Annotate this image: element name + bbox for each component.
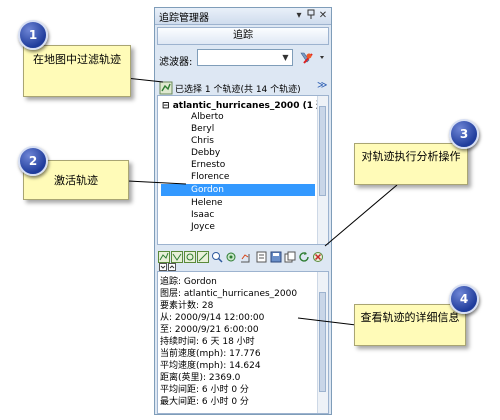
list-item[interactable]: Isaac [161,209,315,221]
pin-icon[interactable] [305,9,317,22]
scrollbar-thumb[interactable] [319,106,326,196]
delete-track-icon[interactable] [312,248,324,262]
details-scrollbar[interactable] [317,272,328,413]
list-item[interactable]: Debby [161,147,315,159]
close-icon[interactable]: ✕ [317,9,329,22]
export-track-icon[interactable] [256,248,268,263]
flash-track-icon[interactable] [239,248,251,263]
chevron-down-icon[interactable]: ▼ [279,50,292,65]
collapse-icon[interactable]: ⊟ [162,101,170,111]
callout-3-text: 对轨迹执行分析操作 [361,150,461,163]
list-item-selected[interactable]: Gordon [161,184,315,196]
window-title: 追踪管理器 [159,13,209,24]
list-item[interactable]: Ernesto [161,159,315,171]
save-track-icon[interactable] [270,248,282,263]
callout-2-text: 激活轨迹 [54,174,98,187]
callout-3-number: 3 [449,119,479,149]
layer-name: atlantic_hurricanes_2000 (1 选 [172,101,326,111]
dropdown-icon[interactable]: ▾ [293,9,305,22]
callout-2-number: 2 [18,146,48,176]
list-item[interactable]: Helene [161,197,315,209]
refresh-track-icon[interactable] [298,248,310,262]
tab-tracking[interactable]: 追踪 [157,27,329,45]
pan-to-track-icon[interactable] [225,248,237,262]
callout-filter: 在地图中过滤轨迹 [23,45,131,97]
track-details-pane: 追踪: Gordon 图层: atlantic_hurricanes_2000 … [157,271,329,414]
track-tool-4-icon[interactable] [197,248,209,263]
track-list-scrollbar[interactable] [317,96,328,244]
track-list: ⊟ atlantic_hurricanes_2000 (1 选 Alberto … [157,95,329,245]
list-item[interactable]: Florence [161,171,315,183]
callout-analyze: 对轨迹执行分析操作 [354,143,468,185]
filter-tool-button[interactable] [298,50,328,66]
details-expand-control[interactable] [159,263,177,271]
zoom-to-track-icon[interactable] [211,248,223,263]
copy-track-icon[interactable] [284,248,296,263]
select-tracks-icon[interactable] [159,81,173,95]
callout-1-text: 在地图中过滤轨迹 [33,53,121,66]
list-item[interactable]: Beryl [161,123,315,135]
scrollbar-thumb[interactable] [319,292,326,392]
filter-dropdown[interactable]: ▼ [197,49,293,66]
detail-max-interval: 最大间距: 6 小时 0 分 [160,397,249,407]
selection-status: 已选择 1 个轨迹(共 14 个轨迹) ≫ [157,80,331,96]
track-tool-2-icon[interactable] [171,248,183,263]
chevron-double-down-icon[interactable]: ≫ [317,80,327,91]
title-bar: 追踪管理器 ▾ ✕ [155,8,331,25]
track-tool-3-icon[interactable] [184,248,196,263]
filter-label: 滤波器: [159,57,193,68]
list-item[interactable]: Chris [161,135,315,147]
tracking-manager-window: 追踪管理器 ▾ ✕ 追踪 滤波器: ▼ 已选择 1 个轨迹(共 14 个轨迹) … [154,7,332,415]
callout-details: 查看轨迹的详细信息 [354,304,466,346]
callout-1-number: 1 [18,20,48,50]
callout-4-number: 4 [449,284,479,314]
analysis-toolbar [158,248,330,263]
list-item[interactable]: Joyce [161,221,315,233]
list-item[interactable]: Alberto [161,111,315,123]
track-tool-1-icon[interactable] [158,248,170,263]
status-text: 已选择 1 个轨迹(共 14 个轨迹) [175,85,301,95]
callout-4-text: 查看轨迹的详细信息 [360,311,460,324]
tree-root-layer[interactable]: ⊟ atlantic_hurricanes_2000 (1 选 [162,98,325,111]
